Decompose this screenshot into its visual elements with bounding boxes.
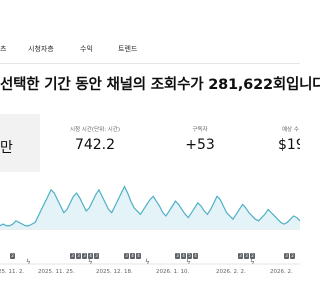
metric-label: 예상 수	[282, 127, 299, 133]
views-chart	[0, 172, 301, 300]
video-marker[interactable]: 3	[284, 253, 289, 259]
metric-cards: 만 시청 시간(단위: 시간) 742.2 구독자 +53 예상 수 $19	[0, 114, 300, 172]
x-tick-label: 2025. 12. 18.	[96, 269, 133, 275]
bolt-icon: ϟ	[88, 258, 93, 266]
metric-card-watch-time[interactable]: 시청 시간(단위: 시간) 742.2	[40, 114, 150, 172]
video-marker[interactable]: 4	[130, 253, 135, 259]
x-tick-label: 2026. 2. 2.	[216, 269, 246, 275]
analytics-tabs: 츠 시청자층 수익 트렌드	[0, 0, 300, 70]
video-marker[interactable]: 4	[136, 253, 141, 259]
tab-revenue[interactable]: 수익	[80, 44, 93, 54]
metric-value: 742.2	[74, 137, 116, 153]
video-marker[interactable]: 2	[290, 253, 295, 259]
video-marker[interactable]: 3	[124, 253, 129, 259]
video-marker[interactable]: 3	[238, 253, 243, 259]
metric-label: 시청 시간(단위: 시간)	[69, 127, 121, 133]
x-tick-label: 2025. 11. 25.	[38, 269, 75, 275]
bolt-icon: ϟ	[145, 258, 150, 266]
metric-value: 만	[0, 140, 13, 156]
bolt-icon: ϟ	[250, 258, 255, 266]
metric-card-revenue[interactable]: 예상 수 $19	[250, 114, 300, 172]
views-area	[0, 186, 300, 229]
metric-label: 구독자	[192, 127, 208, 133]
tab-content[interactable]: 츠	[0, 44, 6, 54]
video-marker[interactable]: 3	[82, 253, 87, 259]
x-tick-label: 25. 11. 2.	[0, 269, 25, 275]
page-headline: 선택한 기간 동안 채널의 조회수가 281,622회입니다	[0, 77, 320, 93]
tab-trends[interactable]: 트렌드	[118, 44, 137, 54]
chart-svg	[0, 185, 301, 265]
video-marker[interactable]: 4	[193, 253, 198, 259]
metric-value: +53	[185, 137, 215, 153]
tabs-divider	[0, 63, 300, 64]
video-marker[interactable]: 2	[10, 253, 15, 259]
bolt-icon: ϟ	[186, 258, 191, 266]
bolt-icon: ϟ	[26, 258, 31, 266]
tab-audience[interactable]: 시청자층	[28, 44, 54, 54]
video-marker[interactable]: 3	[244, 253, 249, 259]
metric-card-views[interactable]: 만	[0, 114, 40, 172]
video-marker[interactable]: 3	[70, 253, 75, 259]
x-tick-label: 2026. 2.	[270, 269, 293, 275]
video-marker[interactable]: 3	[94, 253, 99, 259]
metric-card-subscribers[interactable]: 구독자 +53	[150, 114, 250, 172]
x-tick-label: 2026. 1. 10.	[156, 269, 190, 275]
video-marker[interactable]: 3	[76, 253, 81, 259]
metric-value: $19	[278, 137, 300, 153]
video-marker[interactable]: 3	[175, 253, 180, 259]
